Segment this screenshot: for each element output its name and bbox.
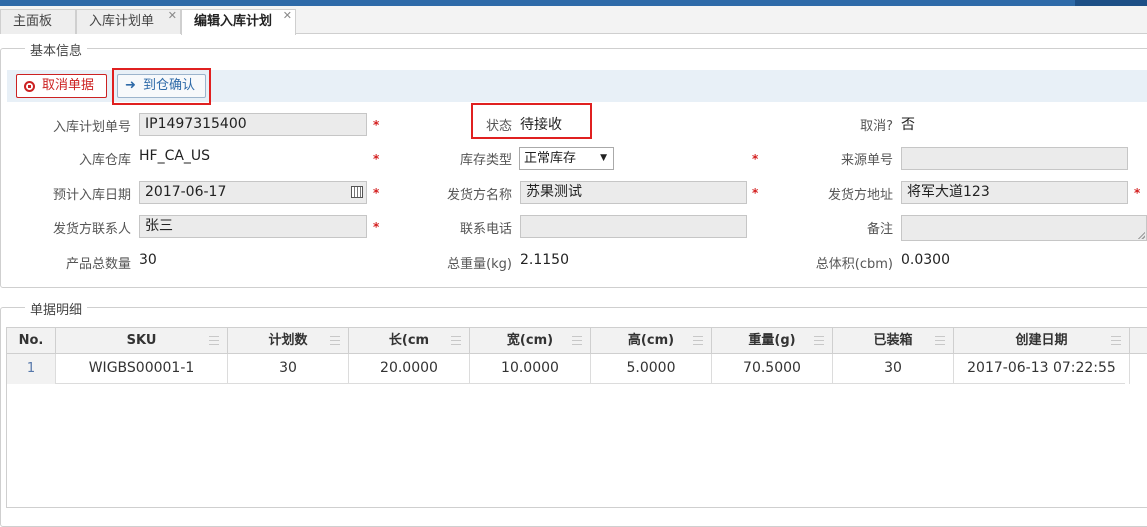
status-label: 状态 <box>485 119 512 134</box>
dropdown-arrow-icon: ▼ <box>600 153 607 163</box>
column-header-height[interactable]: 高(cm) <box>591 328 712 354</box>
detail-grid: No. SKU 计划数 长(cm 宽(cm) 高(cm) 重量(g) 已装箱 创… <box>6 327 1147 508</box>
stock-type-select[interactable]: 正常库存 ▼ <box>519 147 614 170</box>
column-header-label: 计划数 <box>268 333 308 348</box>
column-header-label: 创建日期 <box>1015 333 1068 348</box>
basic-info-legend: 基本信息 <box>25 40 88 59</box>
phone-label: 联系电话 <box>459 222 512 237</box>
column-header-planned-qty[interactable]: 计划数 <box>228 328 349 354</box>
total-volume-value: 0.0300 <box>901 252 950 268</box>
cancelled-value: 否 <box>901 117 915 133</box>
total-qty-value: 30 <box>139 252 157 268</box>
tab-label: 主面板 <box>13 14 53 29</box>
weight-cell: 70.5000 <box>712 354 833 384</box>
column-header-sku[interactable]: SKU <box>56 328 228 354</box>
calendar-icon[interactable] <box>351 186 363 198</box>
column-header-label: No. <box>18 333 44 348</box>
total-weight-value: 2.1150 <box>520 252 569 268</box>
status-value: 待接收 <box>520 117 562 133</box>
tab-inbound-plan-list[interactable]: 入库计划单 ✕ <box>76 9 181 34</box>
column-header-packed[interactable]: 已装箱 <box>833 328 954 354</box>
remark-label: 备注 <box>866 222 893 237</box>
arrival-confirm-button[interactable]: ➜ 到仓确认 <box>117 74 206 98</box>
expected-date-value: 2017-06-17 <box>145 184 227 200</box>
sku-cell: WIGBS00001-1 <box>56 354 228 384</box>
required-mark: * <box>373 186 380 200</box>
cancel-document-button[interactable]: 取消单据 <box>16 74 107 98</box>
sign-in-icon: ➜ <box>125 78 136 93</box>
total-volume-label: 总体积(cbm) <box>815 257 893 272</box>
remark-textarea[interactable] <box>901 215 1147 241</box>
column-header-label: SKU <box>126 333 157 348</box>
close-icon[interactable]: ✕ <box>168 4 177 28</box>
phone-field[interactable] <box>520 215 747 238</box>
shipper-name-label: 发货方名称 <box>446 188 512 203</box>
row-number-cell: 1 <box>7 354 56 384</box>
warehouse-label: 入库仓库 <box>78 153 131 168</box>
stock-type-value: 正常库存 <box>524 151 577 166</box>
column-menu-icon[interactable] <box>572 336 582 345</box>
column-menu-icon[interactable] <box>330 336 340 345</box>
button-label: 取消单据 <box>42 78 95 93</box>
width-cell: 10.0000 <box>470 354 591 384</box>
shipper-address-field[interactable]: 将军大道123 <box>901 181 1128 204</box>
tab-edit-inbound-plan[interactable]: 编辑入库计划 ✕ <box>181 9 296 35</box>
stock-type-label: 库存类型 <box>459 153 512 168</box>
stop-icon <box>24 81 35 92</box>
total-weight-label: 总重量(kg) <box>447 257 512 272</box>
column-header-no[interactable]: No. <box>7 328 56 354</box>
column-menu-icon[interactable] <box>693 336 703 345</box>
tab-dashboard[interactable]: 主面板 <box>0 9 76 34</box>
total-qty-label: 产品总数量 <box>65 257 131 272</box>
height-cell: 5.0000 <box>591 354 712 384</box>
created-date-cell: 2017-06-13 07:22:55 <box>954 354 1130 384</box>
column-header-weight[interactable]: 重量(g) <box>712 328 833 354</box>
button-label: 到仓确认 <box>143 78 196 93</box>
tab-label: 编辑入库计划 <box>194 14 273 29</box>
plan-no-field[interactable]: IP1497315400 <box>139 113 367 136</box>
column-header-created-date[interactable]: 创建日期 <box>954 328 1130 354</box>
required-mark: * <box>1134 186 1141 200</box>
required-mark: * <box>373 220 380 234</box>
tab-label: 入库计划单 <box>89 14 155 29</box>
column-menu-icon[interactable] <box>1111 336 1121 345</box>
column-header-label: 高(cm) <box>627 333 675 348</box>
cancelled-label: 取消? <box>860 119 893 134</box>
required-mark: * <box>752 186 759 200</box>
source-no-label: 来源单号 <box>840 153 893 168</box>
required-mark: * <box>752 152 759 166</box>
shipper-contact-field[interactable]: 张三 <box>139 215 367 238</box>
plan-no-label: 入库计划单号 <box>52 120 131 135</box>
close-icon[interactable]: ✕ <box>283 4 292 28</box>
shipper-address-label: 发货方地址 <box>827 188 893 203</box>
column-header-width[interactable]: 宽(cm) <box>470 328 591 354</box>
required-mark: * <box>373 118 380 132</box>
column-menu-icon[interactable] <box>935 336 945 345</box>
packed-cell: 30 <box>833 354 954 384</box>
column-menu-icon[interactable] <box>451 336 461 345</box>
planned-qty-cell: 30 <box>228 354 349 384</box>
expected-date-label: 预计入库日期 <box>52 188 131 203</box>
expected-date-field[interactable]: 2017-06-17 <box>139 181 367 204</box>
grid-header: No. SKU 计划数 长(cm 宽(cm) 高(cm) 重量(g) 已装箱 创… <box>7 328 1147 354</box>
column-header-label: 长(cm <box>388 333 430 348</box>
column-header-label: 已装箱 <box>873 333 913 348</box>
table-row[interactable]: 1 WIGBS00001-1 30 20.0000 10.0000 5.0000… <box>7 354 1130 384</box>
source-no-field[interactable] <box>901 147 1128 170</box>
shipper-name-field[interactable]: 苏果测试 <box>520 181 747 204</box>
column-header-length[interactable]: 长(cm <box>349 328 470 354</box>
column-header-label: 重量(g) <box>748 333 796 348</box>
column-menu-icon[interactable] <box>814 336 824 345</box>
column-header-label: 宽(cm) <box>506 333 554 348</box>
column-menu-icon[interactable] <box>209 336 219 345</box>
resize-handle-icon[interactable] <box>1137 231 1145 239</box>
detail-legend: 单据明细 <box>25 299 88 318</box>
warehouse-value: HF_CA_US <box>139 148 211 164</box>
shipper-contact-label: 发货方联系人 <box>52 222 131 237</box>
required-mark: * <box>373 152 380 166</box>
tab-bar: 主面板 入库计划单 ✕ 编辑入库计划 ✕ <box>0 6 1147 35</box>
length-cell: 20.0000 <box>349 354 470 384</box>
